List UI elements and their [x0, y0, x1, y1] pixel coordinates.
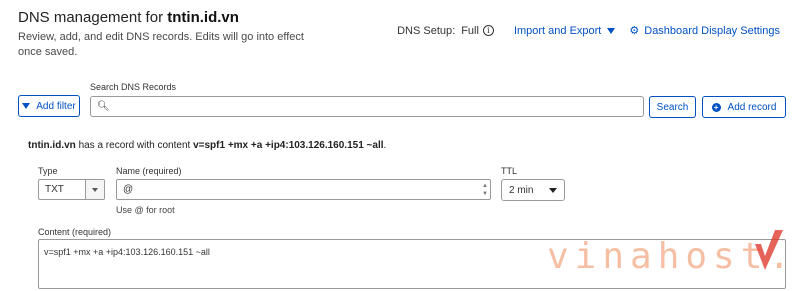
search-label: Search DNS Records	[90, 82, 177, 92]
name-hint: Use @ for root	[116, 205, 175, 215]
vinahost-logo-icon: vinahost.	[547, 230, 787, 276]
content-value: v=spf1 +mx +a +ip4:103.126.160.151 ~all	[44, 247, 210, 257]
gear-icon: ⚙	[629, 25, 640, 37]
search-icon: 🔍︎	[97, 101, 110, 112]
plus-circle-icon: +	[711, 102, 721, 112]
content-label: Content (required)	[38, 227, 112, 237]
ttl-select[interactable]: 2 min	[501, 179, 565, 201]
search-input[interactable]: 🔍︎	[90, 96, 644, 117]
spinner-arrows-icon: ▲ ▼	[482, 183, 488, 197]
dns-setup-status: DNS Setup: Full i	[397, 25, 494, 37]
page-subtitle: Review, add, and edit DNS records. Edits…	[18, 31, 304, 58]
caret-down-icon	[607, 27, 616, 34]
name-value: @	[123, 184, 134, 195]
header-actions: DNS Setup: Full i Import and Export ⚙ Da…	[397, 24, 780, 38]
record-summary: tntin.id.vn has a record with content v=…	[28, 140, 387, 151]
type-value: TXT	[45, 184, 64, 195]
add-filter-button[interactable]: Add filter	[18, 95, 80, 117]
import-export-dropdown[interactable]: Import and Export	[513, 24, 616, 37]
svg-text:vinahost.: vinahost.	[547, 236, 787, 276]
dns-setup-label: DNS Setup:	[397, 24, 456, 37]
add-record-button[interactable]: + Add record	[702, 96, 786, 118]
info-icon[interactable]: i	[482, 25, 494, 36]
type-select[interactable]: TXT	[38, 179, 105, 200]
ttl-value: 2 min	[509, 184, 534, 196]
record-content: v=spf1 +mx +a +ip4:103.126.160.151 ~all	[193, 140, 384, 151]
chevron-down-icon	[92, 187, 98, 192]
page-title: DNS management for tntin.id.vn	[18, 9, 239, 26]
ttl-label: TTL	[501, 166, 518, 176]
vinahost-watermark-logo: vinahost.	[547, 224, 787, 276]
chevron-down-icon	[549, 187, 557, 193]
dns-setup-value: Full	[461, 24, 479, 37]
dashboard-display-settings-link[interactable]: ⚙ Dashboard Display Settings	[629, 24, 780, 38]
record-domain: tntin.id.vn	[28, 140, 76, 151]
domain-name: tntin.id.vn	[167, 9, 239, 26]
type-label: Type	[38, 166, 58, 176]
record-summary-text: has a record with content	[78, 140, 191, 151]
name-input[interactable]: @ ▲ ▼	[116, 179, 491, 200]
type-dropdown-toggle[interactable]	[85, 180, 104, 199]
search-button[interactable]: Search	[649, 96, 696, 118]
filter-icon	[22, 103, 31, 109]
import-export-label: Import and Export	[513, 24, 602, 37]
name-label: Name (required)	[116, 166, 182, 176]
dashboard-settings-label: Dashboard Display Settings	[644, 24, 780, 37]
